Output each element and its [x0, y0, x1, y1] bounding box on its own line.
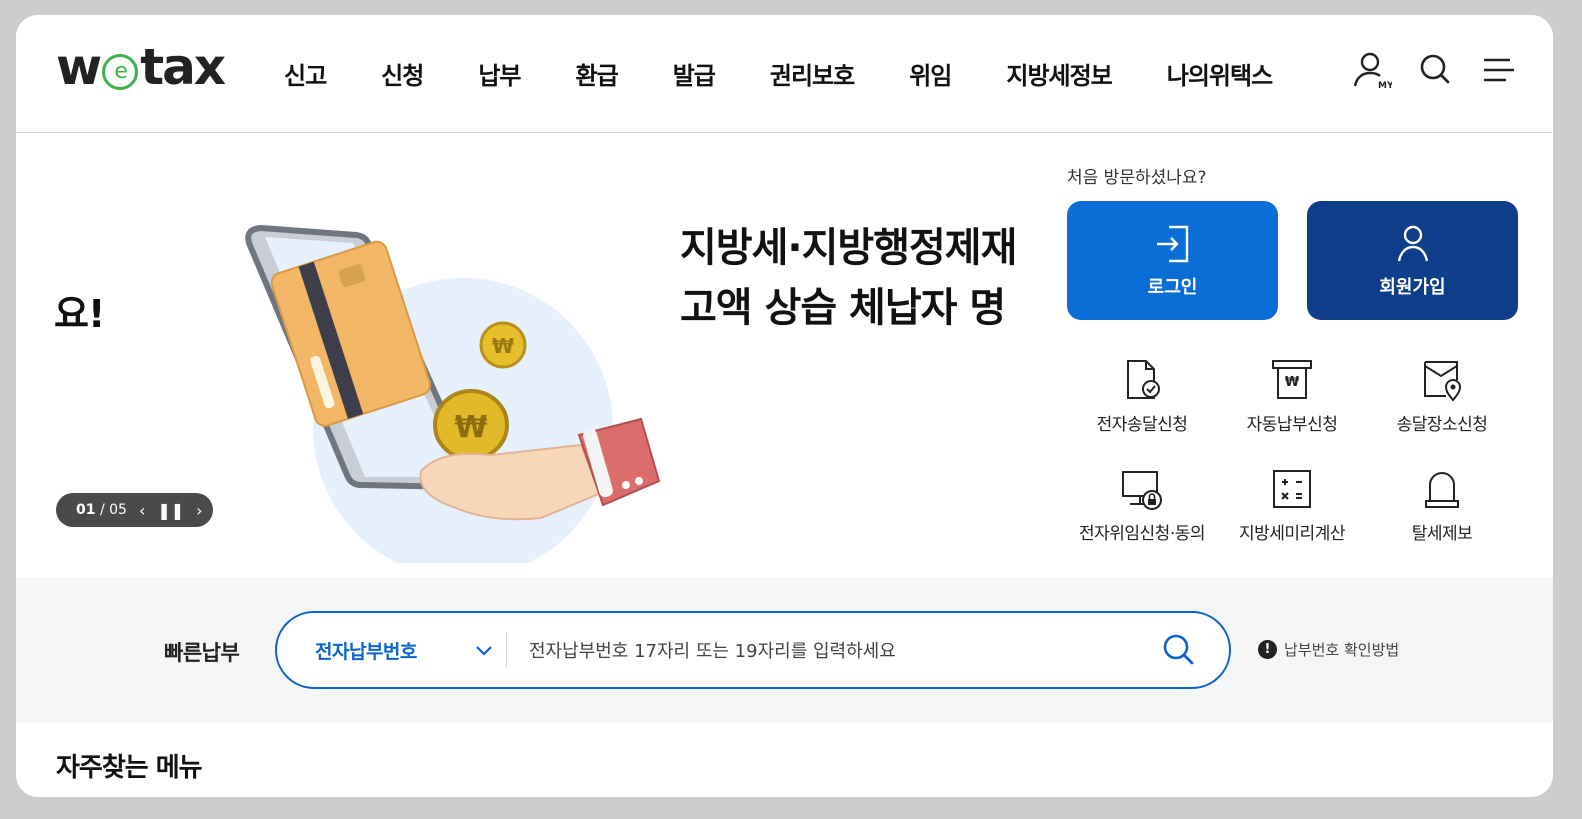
wetax-logo[interactable]: w e tax — [56, 37, 226, 97]
quick-menu-tax-evasion-report[interactable]: 탈세제보 — [1367, 467, 1517, 544]
nav-local-tax-info[interactable]: 지방세정보 — [1006, 56, 1112, 91]
divider — [506, 633, 507, 667]
chevron-down-icon[interactable] — [474, 640, 494, 660]
search-icon[interactable] — [1416, 50, 1456, 90]
envelope-location-icon — [1424, 361, 1462, 402]
document-check-icon — [1127, 360, 1160, 399]
nav-rights-protection[interactable]: 권리보호 — [770, 56, 855, 91]
quick-pay-label: 빠른납부 — [164, 641, 240, 665]
logo-e-circle: e — [102, 54, 139, 90]
quick-menu-e-delegation[interactable]: 전자위임신청·동의 — [1067, 467, 1217, 544]
hero-carousel: 요! ₩ ₩ 지방세·지방행정제재 고액 상습 체납자 명 01 / 05 ‹ … — [16, 133, 1016, 577]
nav-refund[interactable]: 환급 — [576, 56, 619, 91]
slider-controls: 01 / 05 ‹ ❚❚ › — [56, 493, 213, 527]
user-my-icon[interactable]: MY — [1352, 50, 1394, 91]
hero-title-line1: 지방세·지방행정제재 — [680, 225, 1014, 271]
login-button[interactable]: 로그인 — [1067, 201, 1278, 320]
hero-title-line2: 고액 상습 체납자 명 — [680, 285, 1006, 331]
nav-issuance[interactable]: 발급 — [673, 56, 716, 91]
signup-button[interactable]: 회원가입 — [1307, 201, 1518, 320]
quick-pay-search-box: 전자납부번호 — [275, 611, 1231, 689]
login-label: 로그인 — [1147, 277, 1198, 298]
next-slide-icon[interactable]: › — [196, 501, 202, 520]
quick-menu-tax-calculator[interactable]: 지방세미리계산 — [1217, 467, 1367, 544]
search-icon[interactable] — [1161, 632, 1197, 668]
payment-number-help-link[interactable]: ! 납부번호 확인방법 — [1258, 639, 1399, 660]
nav-delegation[interactable]: 위임 — [909, 56, 952, 91]
quick-menu-delivery-place[interactable]: 송달장소신청 — [1367, 358, 1517, 435]
payment-number-input[interactable] — [527, 631, 1151, 671]
phone-card-coin-hand-illustration: ₩ ₩ — [245, 224, 661, 563]
frequent-menu-title: 자주찾는 메뉴 — [56, 753, 203, 783]
page-frame: w e tax 신고 신청 납부 환급 발급 권리보호 위임 지방세정보 나의위택스… — [16, 15, 1553, 797]
quick-menu-e-delivery[interactable]: 전자송달신청 — [1067, 358, 1217, 435]
pause-icon[interactable]: ❚❚ — [157, 501, 184, 520]
hamburger-menu-icon[interactable] — [1480, 50, 1520, 90]
svg-text:₩: ₩ — [454, 410, 487, 445]
help-label: 납부번호 확인방법 — [1284, 641, 1400, 659]
nav-report[interactable]: 신고 — [284, 56, 327, 91]
svg-text:₩: ₩ — [1285, 375, 1300, 390]
won-receipt-icon: ₩ — [1272, 360, 1312, 399]
quick-menu-auto-payment[interactable]: ₩ 자동납부신청 — [1217, 358, 1367, 435]
user-icon — [1397, 225, 1429, 262]
nav-my-wetax[interactable]: 나의위택스 — [1167, 56, 1273, 91]
previous-slide-text: 요! — [54, 292, 105, 336]
nav-apply[interactable]: 신청 — [381, 56, 424, 91]
main-nav: 신고 신청 납부 환급 발급 권리보호 위임 지방세정보 나의위택스 — [284, 53, 1327, 93]
calculator-icon — [1273, 470, 1311, 508]
payment-type-select[interactable]: 전자납부번호 — [315, 637, 417, 664]
nav-payment[interactable]: 납부 — [478, 56, 521, 91]
hero-title[interactable]: 지방세·지방행정제재 고액 상습 체납자 명 — [680, 218, 1014, 338]
quick-pay-band: 빠른납부 전자납부번호 ! 납부번호 확인방법 — [16, 577, 1553, 723]
svg-text:₩: ₩ — [492, 334, 514, 358]
signup-label: 회원가입 — [1379, 277, 1446, 298]
site-header: w e tax 신고 신청 납부 환급 발급 권리보호 위임 지방세정보 나의위택스… — [16, 15, 1553, 133]
first-visit-text: 처음 방문하셨나요? — [1067, 168, 1207, 188]
info-icon: ! — [1258, 640, 1277, 659]
svg-text:MY: MY — [1378, 81, 1392, 91]
login-icon — [1157, 225, 1189, 263]
monitor-lock-icon — [1122, 471, 1162, 510]
slide-counter: 01 / 05 — [76, 502, 127, 518]
prev-slide-icon[interactable]: ‹ — [139, 501, 145, 520]
alarm-bell-icon — [1425, 472, 1459, 508]
